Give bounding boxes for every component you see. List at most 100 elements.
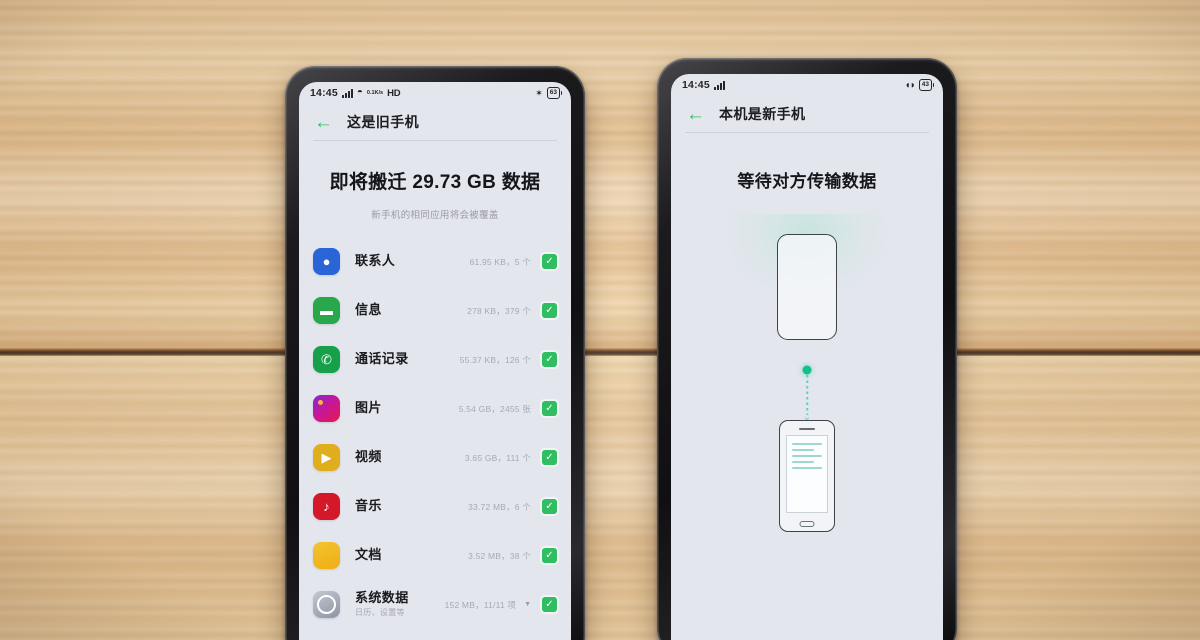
row-label-group: 音乐 bbox=[355, 498, 468, 514]
contacts-icon: ● bbox=[313, 248, 340, 275]
content-line bbox=[792, 461, 814, 463]
icon-glyph: ● bbox=[322, 254, 331, 269]
target-phone-inner-screen bbox=[786, 435, 828, 513]
right-nav-bar: ← 本机是新手机 bbox=[671, 96, 943, 132]
row-label-group: 图片 bbox=[355, 400, 459, 416]
content-line bbox=[792, 449, 814, 451]
target-phone-outline bbox=[779, 420, 835, 532]
row-label-group: 视频 bbox=[355, 449, 465, 465]
row-checkbox[interactable]: ✓ bbox=[542, 450, 557, 465]
transfer-illustration: ⌄ bbox=[671, 192, 943, 640]
wifi-speed-label: 0.1K/s bbox=[366, 89, 384, 96]
row-checkbox[interactable]: ✓ bbox=[542, 597, 557, 612]
left-phone-screen: 14:45 ◓ 0.1K/s HD ✶ 63 ← 这是旧手机 即将搬迁 29.7… bbox=[299, 82, 571, 640]
transfer-row[interactable]: 系统数据 日历、设置等 152 MB，11/11 项 ▼ ✓ bbox=[313, 580, 557, 629]
battery-indicator: 63 bbox=[546, 87, 563, 99]
row-name: 视频 bbox=[355, 449, 382, 465]
content-line bbox=[792, 443, 822, 445]
transfer-row[interactable]: ▬ 信息 278 KB，379 个 ✓ bbox=[313, 286, 557, 335]
transfer-row[interactable]: ● 联系人 61.95 KB，5 个 ✓ bbox=[313, 237, 557, 286]
system-data-icon bbox=[313, 591, 340, 618]
right-phone-device: 14:45 ◖◗ 43 ← 本机是新手机 等待对方传输数据 ⌄ bbox=[657, 58, 957, 640]
row-size-count: 33.72 MB，6 个 bbox=[468, 501, 531, 512]
row-subtitle: 日历、设置等 bbox=[355, 608, 405, 618]
row-checkbox[interactable]: ✓ bbox=[542, 254, 557, 269]
signal-bars-icon bbox=[713, 80, 725, 90]
content-line bbox=[792, 455, 822, 457]
row-name: 系统数据 bbox=[355, 589, 409, 605]
row-checkbox[interactable]: ✓ bbox=[542, 352, 557, 367]
row-size-count: 152 MB，11/11 项 bbox=[444, 599, 517, 610]
wood-plank-upper bbox=[0, 0, 1200, 352]
row-size-count: 55.37 KB，126 个 bbox=[459, 354, 531, 365]
row-size-count: 3.52 MB，38 个 bbox=[468, 550, 531, 561]
page-title: 这是旧手机 bbox=[347, 114, 419, 130]
migration-headline: 即将搬迁 29.73 GB 数据 bbox=[329, 172, 541, 193]
transfer-row[interactable]: ✆ 通话记录 55.37 KB，126 个 ✓ bbox=[313, 335, 557, 384]
desk-scene: 14:45 ◓ 0.1K/s HD ✶ 63 ← 这是旧手机 即将搬迁 29.7… bbox=[0, 0, 1200, 640]
icon-glyph: ✆ bbox=[321, 352, 332, 367]
row-name: 文档 bbox=[355, 547, 382, 563]
row-name: 通话记录 bbox=[355, 351, 409, 367]
icon-glyph: ▬ bbox=[320, 303, 333, 318]
status-time: 14:45 bbox=[682, 79, 710, 91]
icon-glyph: ▶ bbox=[321, 450, 332, 465]
transfer-dashed-line bbox=[806, 375, 808, 415]
row-name: 信息 bbox=[355, 302, 382, 318]
photos-icon bbox=[313, 395, 340, 422]
row-checkbox[interactable]: ✓ bbox=[542, 548, 557, 563]
row-size-count: 5.54 GB，2455 张 bbox=[458, 403, 531, 414]
source-phone-outline bbox=[777, 234, 837, 340]
battery-indicator: 43 bbox=[918, 79, 935, 91]
right-status-bar: 14:45 ◖◗ 43 bbox=[671, 74, 943, 96]
waiting-title: 等待对方传输数据 bbox=[737, 172, 877, 191]
hd-label: HD bbox=[387, 87, 401, 99]
page-title: 本机是新手机 bbox=[719, 106, 806, 122]
phone-call-icon: ✆ bbox=[313, 346, 340, 373]
chevron-down-icon[interactable]: ▼ bbox=[524, 601, 531, 608]
row-label-group: 信息 bbox=[355, 302, 467, 318]
documents-icon bbox=[313, 542, 340, 569]
left-status-bar: 14:45 ◓ 0.1K/s HD ✶ 63 bbox=[299, 82, 571, 104]
music-icon: ♪ bbox=[313, 493, 340, 520]
row-checkbox[interactable]: ✓ bbox=[542, 499, 557, 514]
right-phone-screen: 14:45 ◖◗ 43 ← 本机是新手机 等待对方传输数据 ⌄ bbox=[671, 74, 943, 640]
wood-plank-seam bbox=[0, 348, 1200, 356]
back-arrow-icon[interactable]: ← bbox=[314, 113, 333, 132]
nav-divider bbox=[685, 132, 929, 133]
row-size-count: 3.65 GB，111 个 bbox=[464, 452, 531, 463]
transfer-dot-icon bbox=[802, 365, 812, 375]
signal-bars-icon bbox=[341, 88, 353, 98]
left-nav-bar: ← 这是旧手机 bbox=[299, 104, 571, 140]
migration-subhead: 新手机的相同应用将会被覆盖 bbox=[371, 210, 499, 221]
transfer-row[interactable]: 图片 5.54 GB，2455 张 ✓ bbox=[313, 384, 557, 433]
icon-glyph: ♪ bbox=[323, 499, 330, 514]
home-button-icon bbox=[799, 520, 815, 527]
content-line bbox=[792, 467, 822, 469]
row-name: 联系人 bbox=[355, 253, 396, 269]
status-time: 14:45 bbox=[310, 87, 338, 99]
earpiece-slot bbox=[799, 428, 815, 430]
video-icon: ▶ bbox=[313, 444, 340, 471]
transfer-item-list: ● 联系人 61.95 KB，5 个 ✓ ▬ 信息 278 KB，379 个 ✓ ✆ 通话记录 55… bbox=[299, 237, 571, 640]
row-checkbox[interactable]: ✓ bbox=[542, 401, 557, 416]
row-name: 图片 bbox=[355, 400, 382, 416]
row-label-group: 文档 bbox=[355, 547, 468, 563]
messages-icon: ▬ bbox=[313, 297, 340, 324]
back-arrow-icon[interactable]: ← bbox=[686, 105, 705, 124]
row-name: 音乐 bbox=[355, 498, 382, 514]
row-label-group: 通话记录 bbox=[355, 351, 460, 367]
row-size-count: 278 KB，379 个 bbox=[467, 305, 531, 316]
row-label-group: 联系人 bbox=[355, 253, 470, 269]
nav-divider bbox=[313, 140, 557, 141]
wifi-icon: ◓ bbox=[356, 87, 363, 98]
transfer-row[interactable]: 文档 3.52 MB，38 个 ✓ bbox=[313, 531, 557, 580]
wood-plank-lower bbox=[0, 356, 1200, 640]
bluetooth-icon: ✶ bbox=[535, 87, 543, 98]
row-size-count: 61.95 KB，5 个 bbox=[469, 256, 531, 267]
transfer-row[interactable]: ♪ 音乐 33.72 MB，6 个 ✓ bbox=[313, 482, 557, 531]
row-label-group: 系统数据日历、设置等 bbox=[355, 589, 445, 619]
row-checkbox[interactable]: ✓ bbox=[542, 303, 557, 318]
transfer-row[interactable]: ▶ 视频 3.65 GB，111 个 ✓ bbox=[313, 433, 557, 482]
vibrate-icon: ◖◗ bbox=[904, 79, 916, 91]
